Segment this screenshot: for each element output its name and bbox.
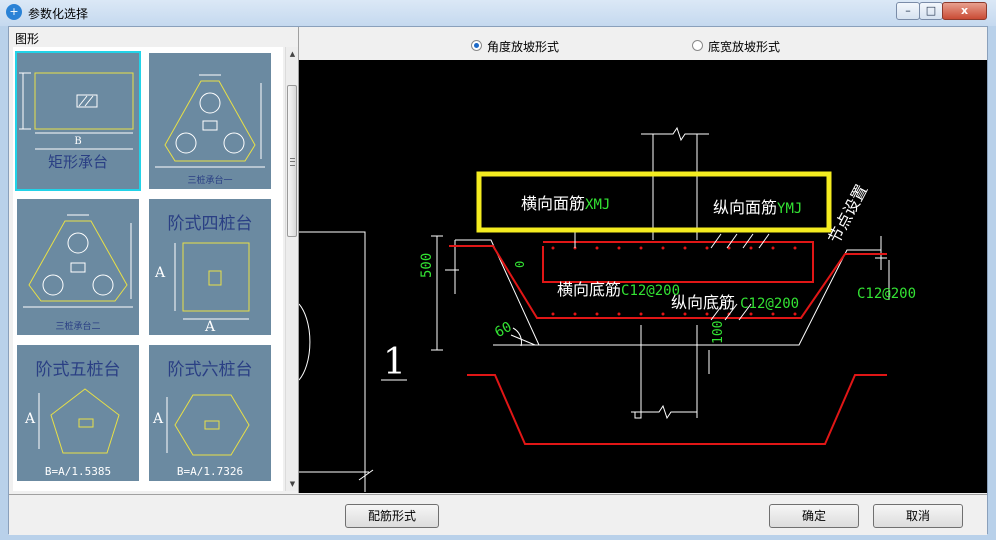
label-bottom-transverse: 横向底筋C12@200 — [557, 276, 680, 300]
radio-angle-slope[interactable] — [471, 40, 482, 51]
thumbnail-dim-label: B — [74, 136, 82, 147]
maximize-button[interactable]: □ — [919, 2, 943, 20]
thumbnail-dim-a: A — [154, 265, 166, 281]
thumbnail-stepped-six-pile[interactable]: 阶式六桩台 A B=A/1.7326 — [147, 343, 273, 483]
dim-base: 100 — [711, 320, 726, 344]
thumbnail-dim-b: A — [204, 319, 216, 335]
thumbnail-stepped-four-pile[interactable]: 阶式四桩台 A A — [147, 197, 273, 337]
label-side-rebar-code: C12@200 — [857, 286, 917, 302]
label-top-transverse-code: XMJ — [585, 197, 611, 213]
scrollbar-thumb[interactable] — [287, 85, 297, 237]
dialog-body: 图形 B 矩形承台 三桩承台一 三桩承台二 阶式四桩台 A A 阶式五桩台 A … — [8, 26, 989, 535]
thumbnail-caption: 三桩承台二 — [55, 322, 101, 332]
thumbnail-rect-cap[interactable]: B 矩形承台 — [15, 51, 141, 191]
cancel-button[interactable]: 取消 — [873, 504, 963, 528]
drawing-canvas[interactable]: 横向面筋XMJ 纵向面筋YMJ 节点设置 横向底筋C12@200 纵向底筋 C1… — [299, 60, 987, 493]
scroll-down-arrow-icon[interactable]: ▼ — [286, 477, 299, 491]
slope-form-options: 角度放坡形式 底宽放坡形式 — [299, 37, 989, 59]
dim-height: 500 — [419, 252, 435, 278]
dialog-button-bar: 配筋形式 确定 取消 — [9, 494, 987, 535]
label-top-transverse: 横向面筋XMJ — [521, 190, 610, 214]
label-top-longitudinal-text: 纵向面筋 — [713, 198, 778, 217]
radio-angle-slope-label[interactable]: 角度放坡形式 — [487, 38, 559, 55]
label-top-longitudinal-code: YMJ — [777, 201, 803, 217]
thumbnail-dim-b: B=A/1.7326 — [176, 465, 244, 478]
window-title: 参数化选择 — [28, 7, 89, 21]
dim-cover: 0 — [513, 260, 527, 268]
app-icon: + — [6, 4, 22, 20]
radio-width-slope[interactable] — [692, 40, 703, 51]
thumbnail-three-pile-cap-1[interactable]: 三桩承台一 — [147, 51, 273, 191]
ok-button[interactable]: 确定 — [769, 504, 859, 528]
close-button[interactable]: x — [942, 2, 987, 20]
thumbnail-dim-a: A — [152, 411, 164, 427]
drawing-scale-mark: 1 — [383, 342, 406, 383]
label-top-transverse-text: 横向面筋 — [521, 194, 586, 213]
thumbnail-caption: 矩形承台 — [47, 153, 108, 171]
shape-thumbnail-list: B 矩形承台 三桩承台一 三桩承台二 阶式四桩台 A A 阶式五桩台 A B=A… — [13, 47, 283, 491]
label-top-longitudinal: 纵向面筋YMJ — [713, 194, 802, 218]
scroll-up-arrow-icon[interactable]: ▲ — [286, 47, 299, 61]
thumbnail-scrollbar[interactable]: ▲ ▼ — [285, 47, 298, 491]
rebar-form-button[interactable]: 配筋形式 — [345, 504, 439, 528]
minimize-button[interactable]: – — [896, 2, 920, 20]
radio-width-slope-label[interactable]: 底宽放坡形式 — [708, 38, 780, 55]
thumbnail-caption: 三桩承台一 — [187, 176, 233, 186]
label-bottom-transverse-text: 横向底筋 — [557, 280, 622, 299]
label-bottom-longitudinal: 纵向底筋 C12@200 — [671, 289, 799, 313]
shape-panel-label: 图形 — [15, 32, 40, 46]
label-bottom-longitudinal-text: 纵向底筋 — [671, 293, 736, 312]
title-bar: + 参数化选择 – □ x — [0, 0, 996, 26]
thumbnail-dim-a: A — [24, 411, 36, 427]
label-bottom-longitudinal-code: C12@200 — [740, 296, 800, 312]
thumbnail-dim-b: B=A/1.5385 — [44, 465, 112, 478]
shape-panel: 图形 B 矩形承台 三桩承台一 三桩承台二 阶式四桩台 A A 阶式五桩台 A … — [9, 27, 299, 493]
